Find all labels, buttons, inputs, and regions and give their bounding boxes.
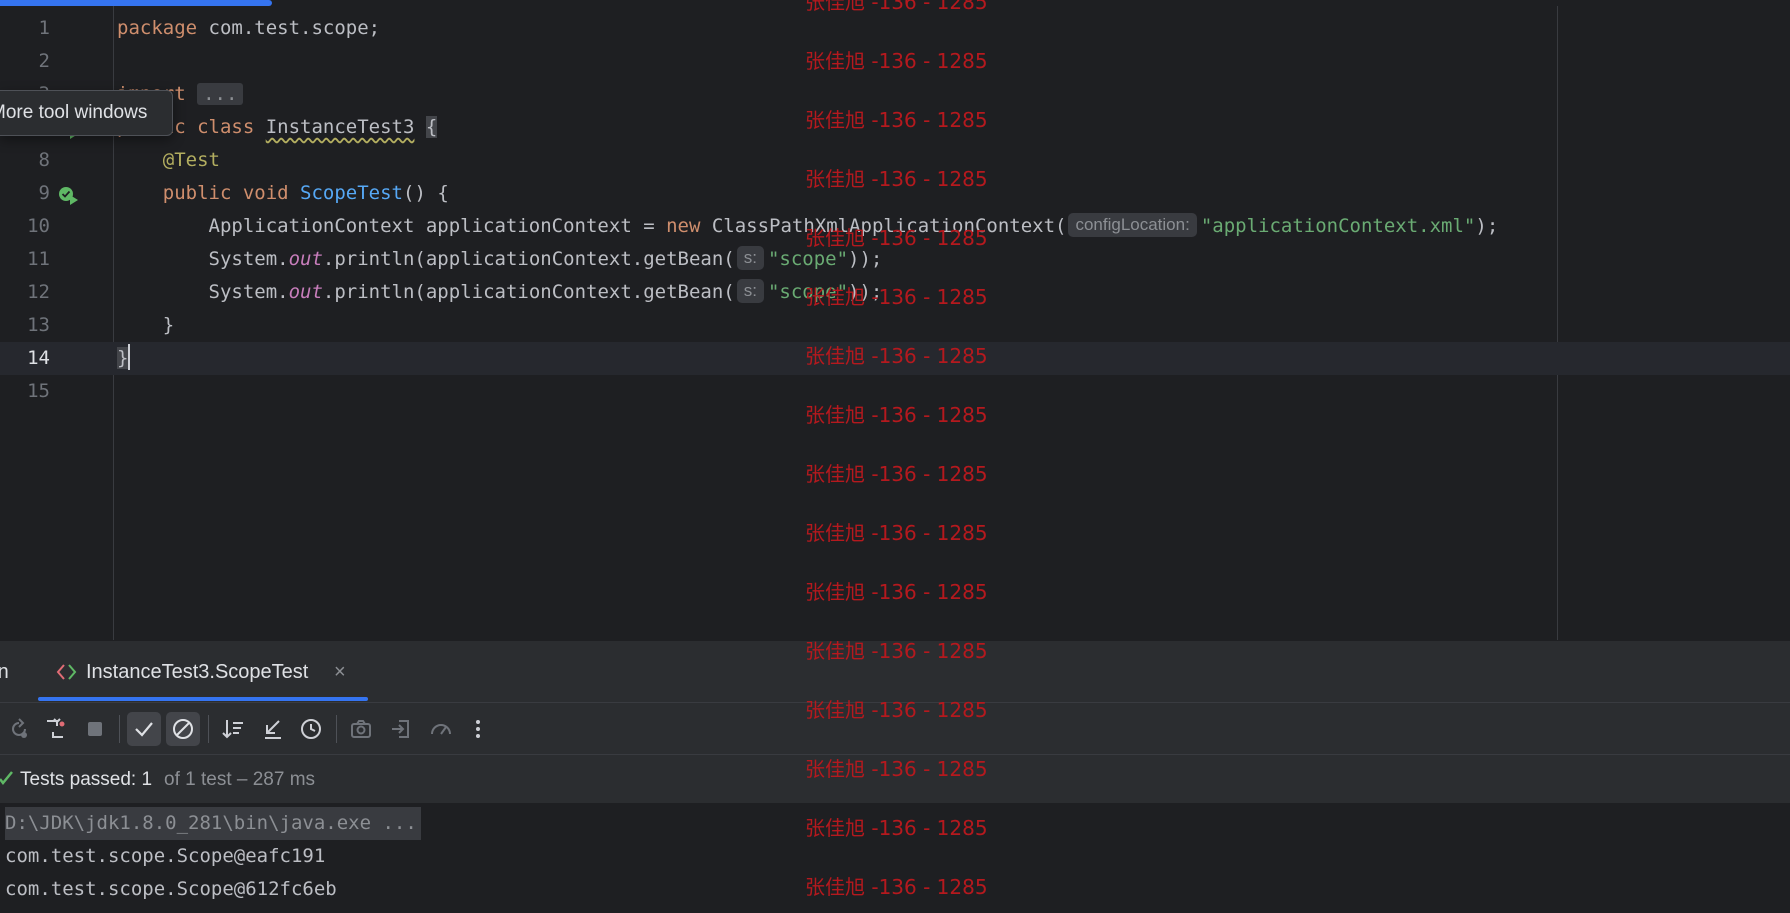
watermark-text: 张佳旭 -136 - 1285 [805,875,988,899]
coverage-icon[interactable] [424,712,458,746]
line-number[interactable]: 10 [0,210,50,243]
code-token: ApplicationContext applicationContext = [117,215,667,237]
more-options-icon[interactable] [461,712,495,746]
watermark-text: 张佳旭 -136 - 1285 [805,167,988,191]
console-command-line[interactable]: D:\JDK\jdk1.8.0_281\bin\java.exe ... [5,807,421,840]
close-icon[interactable]: × [334,641,346,703]
code-token: public void [162,182,301,204]
watermark-text: 张佳旭 -136 - 1285 [805,108,988,132]
tab-selected-indicator [38,697,368,701]
check-icon [0,769,14,794]
code-token: } [117,347,129,369]
parameter-hint[interactable]: s: [736,279,764,303]
watermark-text: 张佳旭 -136 - 1285 [805,639,988,663]
text-caret [128,344,131,370]
code-token: )); [848,248,883,270]
stop-button[interactable] [78,712,112,746]
toolbar-separator [336,715,337,743]
run-test-icon[interactable] [58,184,80,205]
camera-icon[interactable] [344,712,378,746]
folded-imports[interactable]: ... [197,83,244,105]
tab-run-config[interactable]: InstanceTest3.ScopeTest × [38,641,368,703]
code-text: @Test [117,144,220,177]
tool-window-title: Run [0,661,9,683]
watermark-text: 张佳旭 -136 - 1285 [805,816,988,840]
show-ignored-toggle[interactable] [166,712,200,746]
test-config-icon [56,663,78,686]
code-token: } [117,314,175,336]
code-text: } [117,309,174,342]
sort-icon[interactable] [216,712,250,746]
watermark-text: 张佳旭 -136 - 1285 [805,757,988,781]
line-number[interactable]: 9 [0,177,50,210]
watermark-text: 张佳旭 -136 - 1285 [805,226,988,250]
tooltip: More tool windows [0,90,173,136]
code-token: new [666,215,712,237]
code-token: .println(applicationContext.getBean( [322,248,735,270]
code-token: InstanceTest3 [265,116,415,138]
watermark-text: 张佳旭 -136 - 1285 [805,344,988,368]
console-output-line: com.test.scope.Scope@eafc191 [5,845,326,867]
toolbar-separator [119,715,120,743]
line-number[interactable]: 12 [0,276,50,309]
code-text: System.out.println(applicationContext.ge… [117,243,882,276]
line-number[interactable]: 2 [0,45,50,78]
code-text: package com.test.scope; [117,12,380,45]
toolbar-separator [208,715,209,743]
code-token: out [288,248,323,270]
code-token: out [288,281,323,303]
code-line[interactable]: 1 package com.test.scope; [0,12,1790,45]
rerun-failed-button[interactable] [38,712,72,746]
watermark-text: 张佳旭 -136 - 1285 [805,462,988,486]
line-number[interactable]: 13 [0,309,50,342]
line-number[interactable]: 11 [0,243,50,276]
line-number[interactable]: 1 [0,12,50,45]
code-text: System.out.println(applicationContext.ge… [117,276,882,309]
code-line[interactable]: 3import ... [0,78,1790,111]
code-token: { [425,116,438,138]
parameter-hint[interactable]: configLocation: [1068,213,1197,237]
watermark-text: 张佳旭 -136 - 1285 [805,285,988,309]
show-passed-toggle[interactable] [127,712,161,746]
history-icon[interactable] [294,712,328,746]
watermark-text: 张佳旭 -136 - 1285 [805,49,988,73]
code-text: } [117,342,131,375]
watermark-text: 张佳旭 -136 - 1285 [805,580,988,604]
parameter-hint[interactable]: s: [736,246,764,270]
code-token: System. [117,281,289,303]
console-output-line: com.test.scope.Scope@612fc6eb [5,878,337,900]
code-text: public void ScopeTest() { [117,177,449,210]
tests-passed-label: Tests passed: 1 [20,769,153,790]
code-token: () { [403,182,449,204]
code-token: ScopeTest [300,182,403,204]
line-number[interactable]: 8 [0,144,50,177]
code-token: @Test [162,149,220,171]
code-token: ); [1475,215,1499,237]
collapse-all-icon[interactable] [256,712,290,746]
code-token: com.test.scope; [208,17,381,39]
line-number[interactable]: 15 [0,375,50,408]
code-token: System. [117,248,289,270]
code-token: package [117,17,209,39]
rerun-button[interactable] [2,712,36,746]
import-tests-icon[interactable] [384,712,418,746]
tab-label: InstanceTest3.ScopeTest [86,661,309,683]
watermark-text: 张佳旭 -136 - 1285 [805,403,988,427]
tooltip-text: More tool windows [0,102,148,123]
line-number[interactable]: 14 [0,342,50,375]
tests-passed-detail: of 1 test – 287 ms [164,769,316,790]
code-token: "applicationContext.xml" [1200,215,1476,237]
watermark-text: 张佳旭 -136 - 1285 [805,0,988,14]
watermark-text: 张佳旭 -136 - 1285 [805,698,988,722]
code-line[interactable]: 13 } [0,309,1790,342]
watermark-text: 张佳旭 -136 - 1285 [805,521,988,545]
code-token: .println(applicationContext.getBean( [322,281,735,303]
code-token: "scope" [767,248,849,270]
ide-window: 1package com.test.scope;23import ...7pub… [0,0,1790,913]
